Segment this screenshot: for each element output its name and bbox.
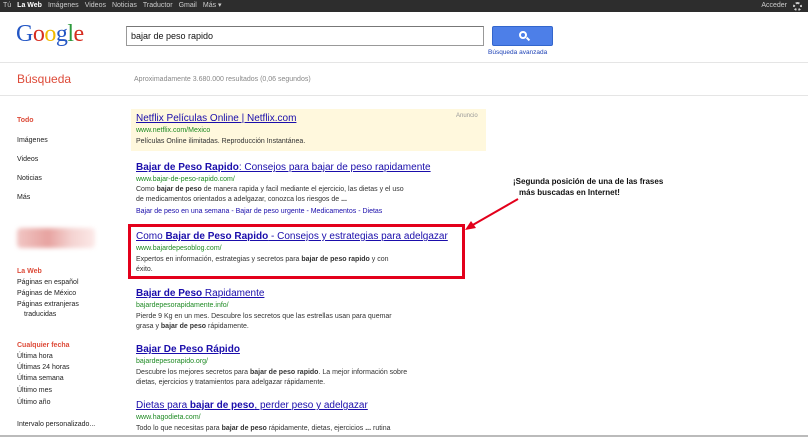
snippet-bold: bajar de peso	[156, 186, 202, 193]
snippet-bold: bajar de peso rapido	[250, 369, 319, 376]
result-url: www.hagodieta.com/	[136, 414, 201, 421]
blurred-region	[17, 228, 95, 248]
result-snippet: éxito.	[136, 266, 153, 273]
sidebar-item-translated[interactable]: traducidas	[24, 310, 56, 319]
ad-snippet: Películas Online ilimitadas. Reproducció…	[136, 138, 306, 145]
snippet-text: Todo lo que necesitas para	[136, 425, 222, 432]
divider	[0, 62, 808, 63]
sidebar-item-spanish[interactable]: Páginas en español	[17, 278, 79, 287]
snippet-text: y con	[369, 256, 389, 263]
sidebar-item-last-year[interactable]: Último año	[17, 398, 50, 407]
result-snippet: grasa y bajar de peso rápidamente.	[136, 322, 249, 332]
result-title-rest: : Consejos para bajar de peso rapidament…	[238, 162, 431, 173]
result-url: bajardepesorapidamente.info/	[136, 302, 229, 309]
sidebar-item-last-24h[interactable]: Últimas 24 horas	[17, 363, 70, 372]
result-title-bold: bajar de peso	[189, 400, 255, 411]
result-url: www.bajar-de-peso-rapido.com/	[136, 176, 235, 183]
snippet-text: grasa y	[136, 323, 161, 330]
top-nav-translate[interactable]: Traductor	[143, 1, 173, 11]
sign-in-link[interactable]: Acceder	[761, 1, 787, 11]
divider	[0, 95, 808, 96]
result-title-pre: Dietas para	[136, 400, 190, 411]
result-snippet: Todo lo que necesitas para bajar de peso…	[136, 424, 391, 434]
search-icon-handle	[525, 36, 531, 42]
search-input[interactable]: bajar de peso rapido	[126, 26, 484, 46]
sidebar-item-mexico[interactable]: Páginas de México	[17, 289, 76, 298]
result-title-link[interactable]: Bajar de Peso Rapido: Consejos para baja…	[136, 162, 431, 173]
top-nav-tu[interactable]: Tú	[3, 1, 11, 11]
result-snippet: Como bajar de peso de manera rapida y fa…	[136, 185, 404, 195]
advanced-search-link[interactable]: Búsqueda avanzada	[488, 49, 547, 56]
result-title-bold: Bajar de Peso Rapido	[165, 231, 269, 242]
google-logo[interactable]: Google	[16, 21, 84, 48]
snippet-text: Expertos en información, estrategias y s…	[136, 256, 302, 263]
top-nav-videos[interactable]: Videos	[85, 1, 106, 11]
ad-label: Anuncio	[456, 113, 478, 119]
sidebar-item-all[interactable]: Todo	[17, 116, 34, 125]
sidebar-item-custom-range[interactable]: Intervalo personalizado...	[17, 420, 95, 429]
result-title-link[interactable]: Como Bajar de Peso Rapido - Consejos y e…	[136, 231, 448, 242]
sidebar-item-foreign[interactable]: Páginas extranjeras	[17, 300, 79, 309]
result-title-bold: Bajar De Peso Rápido	[136, 344, 240, 355]
snippet-bold: ...	[341, 196, 347, 203]
ad-url: www.netflix.com/Mexico	[136, 127, 211, 134]
result-title-rest: , perder peso y adelgazar	[254, 400, 368, 411]
snippet-text: rápidamente, dietas, ejercicios	[266, 425, 366, 432]
result-title-bold: Bajar de Peso	[136, 288, 203, 299]
search-button[interactable]	[492, 26, 553, 46]
result-title-link[interactable]: Dietas para bajar de peso, perder peso y…	[136, 400, 368, 411]
top-nav-more[interactable]: Más ▾	[203, 1, 222, 11]
sidebar-heading-date[interactable]: Cualquier fecha	[17, 341, 70, 350]
ad-title-link[interactable]: Netflix Películas Online | Netflix.com	[136, 113, 296, 124]
snippet-text: de manera rapida y facil mediante el eje…	[201, 186, 404, 193]
top-nav-gmail[interactable]: Gmail	[179, 1, 197, 11]
top-navigation-bar: Tú La Web Imágenes Videos Noticias Tradu…	[0, 0, 808, 12]
annotation-text: ¡Segunda posición de una de las frases m…	[513, 176, 663, 198]
snippet-text: rápidamente.	[206, 323, 249, 330]
result-snippet: dietas, ejercicios y tratamientos para a…	[136, 379, 326, 386]
top-nav-web[interactable]: La Web	[17, 1, 42, 11]
result-title-rest: - Consejos y estrategias para adelgazar	[268, 231, 448, 242]
sidebar-item-last-hour[interactable]: Última hora	[17, 352, 53, 361]
top-nav-images[interactable]: Imágenes	[48, 1, 79, 11]
snippet-text: Como	[136, 186, 157, 193]
result-snippet: Pierde 9 Kg en un mes. Descubre los secr…	[136, 313, 392, 320]
page-title: Búsqueda	[17, 72, 72, 86]
result-title-bold: Bajar de Peso Rapido	[136, 162, 239, 173]
result-sitelinks[interactable]: Bajar de peso en una semana - Bajar de p…	[136, 208, 382, 215]
sidebar-item-last-week[interactable]: Última semana	[17, 374, 64, 383]
sidebar-item-last-month[interactable]: Último mes	[17, 386, 52, 395]
result-url: www.bajardepesoblog.com/	[136, 245, 222, 252]
snippet-bold: bajar de peso rapido	[301, 256, 370, 263]
gear-icon[interactable]	[793, 1, 802, 11]
sidebar-item-images[interactable]: Imágenes	[17, 136, 48, 145]
sidebar-item-videos[interactable]: Videos	[17, 155, 38, 164]
result-snippet: de medicamentos orientados a adelgazar, …	[136, 195, 347, 205]
result-title-link[interactable]: Bajar De Peso Rápido	[136, 344, 240, 355]
result-title-pre: Como	[136, 231, 166, 242]
annotation-line: ¡Segunda posición de una de las frases	[513, 177, 664, 186]
snippet-bold: bajar de peso	[160, 323, 207, 330]
sidebar-item-news[interactable]: Noticias	[17, 174, 42, 183]
snippet-text: Descubre los mejores secretos para	[136, 369, 250, 376]
snippet-text: de medicamentos orientados a adelgazar, …	[136, 196, 342, 203]
top-nav-news[interactable]: Noticias	[112, 1, 137, 11]
snippet-text: . La mejor información sobre	[318, 369, 408, 376]
result-stats: Aproximadamente 3.680.000 resultados (0,…	[134, 76, 311, 83]
result-title-link[interactable]: Bajar de Peso Rapidamente	[136, 288, 264, 299]
sidebar-heading-web[interactable]: La Web	[17, 267, 42, 276]
sidebar-item-more[interactable]: Más	[17, 193, 30, 202]
snippet-bold: bajar de peso	[221, 425, 267, 432]
snippet-text: rutina	[371, 425, 391, 432]
top-nav: Tú La Web Imágenes Videos Noticias Tradu…	[3, 1, 222, 11]
result-url: bajardepesorapido.org/	[136, 358, 208, 365]
result-snippet: Descubre los mejores secretos para bajar…	[136, 368, 407, 378]
result-snippet: Expertos en información, estrategias y s…	[136, 255, 389, 265]
annotation-line: más buscadas en Internet!	[519, 188, 620, 197]
annotation-arrow-icon	[465, 198, 519, 230]
result-title-rest: Rapidamente	[202, 288, 265, 299]
